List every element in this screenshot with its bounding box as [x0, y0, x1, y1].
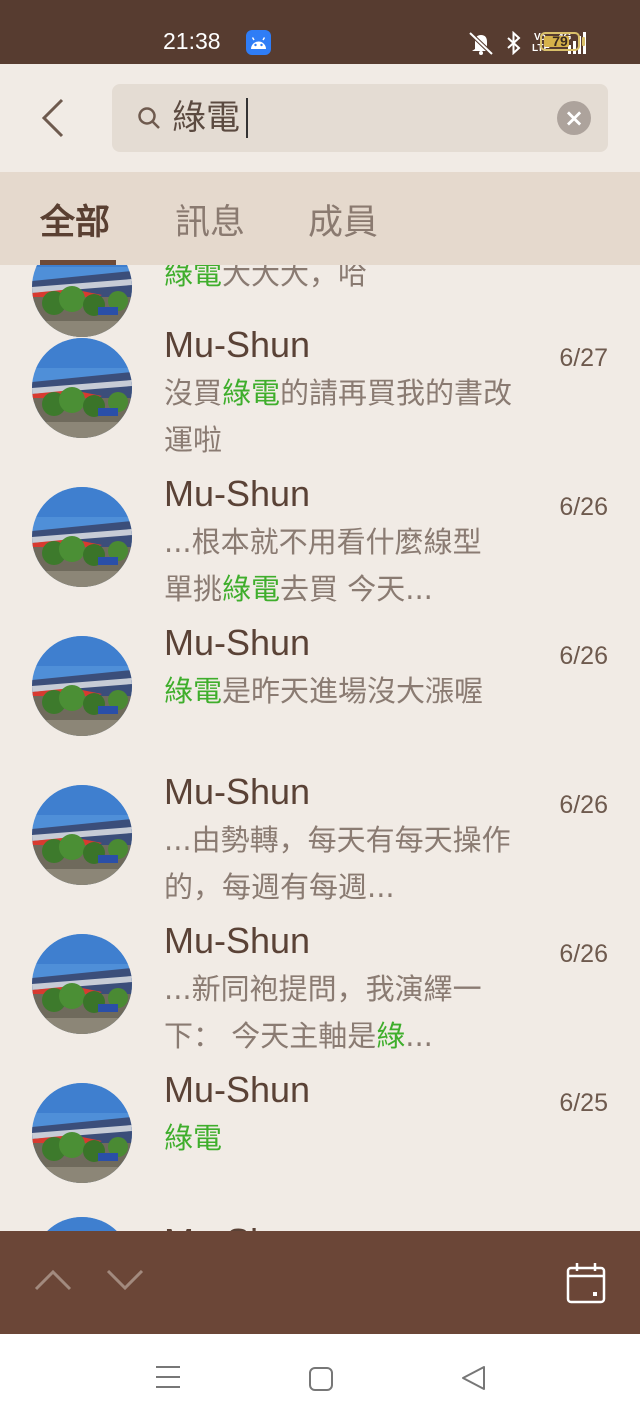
bluetooth-icon	[507, 31, 521, 55]
sender-name: Mu-Shun	[164, 771, 311, 812]
avatar-photo	[32, 1083, 132, 1183]
avatar-photo	[32, 487, 132, 587]
tab-bar: 全部 訊息 成員	[0, 172, 640, 265]
avatar-photo	[32, 785, 132, 885]
tab-members[interactable]: 成員	[308, 194, 378, 245]
message-snippet: ...由勢轉，每天有每天操作的，每週有每週...	[164, 817, 519, 911]
status-time: 21:38	[163, 28, 221, 54]
list-item[interactable]: Mu-Shun 6/26 ...根本就不用看什麼線型 單挑綠電去買 今天...	[0, 459, 640, 608]
message-snippet: 沒買綠電的請再買我的書改運啦	[164, 370, 519, 464]
avatar	[32, 934, 132, 1034]
avatar-photo	[32, 1217, 132, 1231]
mute-icon	[468, 31, 494, 56]
avatar	[32, 785, 132, 885]
clear-icon[interactable]: ×	[557, 101, 591, 135]
search-input[interactable]: 綠電	[172, 96, 240, 140]
home-icon[interactable]	[308, 1366, 334, 1392]
snippet-highlight: 綠	[376, 1019, 406, 1053]
sender-name: Mu-Shun	[164, 1069, 311, 1110]
search-results-list[interactable]: 綠電大大大，哈 Mu-Shun 6/27 沒買綠電的請再買我的書改運啦 Mu-Shun…	[0, 265, 640, 1231]
snippet-pre: 沒買	[164, 376, 223, 410]
system-nav-bar	[0, 1334, 640, 1422]
tab-messages[interactable]: 訊息	[175, 194, 245, 245]
snippet-pre: ...由勢轉，每天有每天操作的，每週有每週...	[164, 823, 511, 904]
snippet-highlight: 綠電	[222, 572, 281, 606]
list-item[interactable]: Mu-Shun 6/26 綠電是昨天進場沒大漲喔	[0, 608, 640, 757]
message-date: 6/26	[559, 940, 608, 968]
message-date: 6/26	[559, 791, 608, 819]
avatar-photo	[32, 934, 132, 1034]
message-date: 6/26	[559, 493, 608, 521]
avatar	[32, 636, 132, 736]
sender-name: Mu-Shun	[164, 324, 311, 365]
message-snippet: ...新同袍提問，我演繹一下： 今天主軸是綠...	[164, 966, 519, 1060]
app-badge-icon	[246, 30, 271, 55]
message-date: 6/27	[559, 344, 608, 372]
snippet-post: ...	[405, 1019, 433, 1053]
avatar-photo	[32, 338, 132, 438]
avatar-photo	[32, 636, 132, 736]
snippet-pre: ...新同袍提問，我演繹一下： 今天主軸是	[164, 972, 482, 1053]
calendar-icon[interactable]	[566, 1262, 606, 1304]
snippet-post: 是昨天進場沒大漲喔	[222, 674, 484, 708]
message-date: 6/26	[559, 642, 608, 670]
battery-icon: 79	[540, 32, 580, 51]
search-icon	[138, 107, 160, 129]
highlight: 綠電	[164, 265, 223, 291]
snippet-rest: 大大大，哈	[222, 265, 368, 291]
list-item-partial-bottom[interactable]: Mu-Shun	[0, 1217, 640, 1231]
back-triangle-icon[interactable]	[460, 1365, 486, 1391]
text-caret	[246, 98, 248, 138]
avatar	[32, 1217, 132, 1231]
sender-name: Mu-Shun	[164, 1221, 310, 1231]
bottom-toolbar	[0, 1231, 640, 1334]
message-date: 6/25	[559, 1089, 608, 1117]
message-snippet: 綠電是昨天進場沒大漲喔	[164, 668, 519, 715]
avatar	[32, 1083, 132, 1183]
list-item[interactable]: Mu-Shun 6/26 ...由勢轉，每天有每天操作的，每週有每週...	[0, 757, 640, 906]
list-item-partial-top[interactable]: 綠電大大大，哈	[0, 265, 640, 337]
snippet-post: 去買 今天...	[280, 572, 433, 606]
snippet-highlight: 綠電	[164, 1121, 223, 1155]
avatar	[32, 338, 132, 438]
snippet-highlight: 綠電	[222, 376, 281, 410]
back-chevron-icon[interactable]	[38, 96, 68, 140]
chevron-down-icon[interactable]	[106, 1268, 144, 1292]
chevron-up-icon[interactable]	[34, 1268, 72, 1292]
avatar	[32, 487, 132, 587]
sender-name: Mu-Shun	[164, 920, 311, 961]
list-item[interactable]: Mu-Shun 6/26 ...新同袍提問，我演繹一下： 今天主軸是綠...	[0, 906, 640, 1055]
status-bar: 21:38 Vo LTE 4G 79	[0, 0, 640, 64]
recents-menu-icon[interactable]	[154, 1364, 182, 1390]
battery-nub	[582, 37, 585, 46]
list-item[interactable]: Mu-Shun 6/27 沒買綠電的請再買我的書改運啦	[0, 310, 640, 459]
snippet-highlight: 綠電	[164, 674, 223, 708]
battery-level: 79	[552, 33, 568, 49]
message-snippet: ...根本就不用看什麼線型 單挑綠電去買 今天...	[164, 519, 519, 613]
message-snippet: 綠電	[164, 1115, 519, 1162]
snippet: 綠電大大大，哈	[164, 265, 519, 298]
list-item[interactable]: Mu-Shun 6/25 綠電	[0, 1055, 640, 1204]
tab-all[interactable]: 全部	[40, 194, 110, 245]
sender-name: Mu-Shun	[164, 473, 311, 514]
sender-name: Mu-Shun	[164, 622, 311, 663]
